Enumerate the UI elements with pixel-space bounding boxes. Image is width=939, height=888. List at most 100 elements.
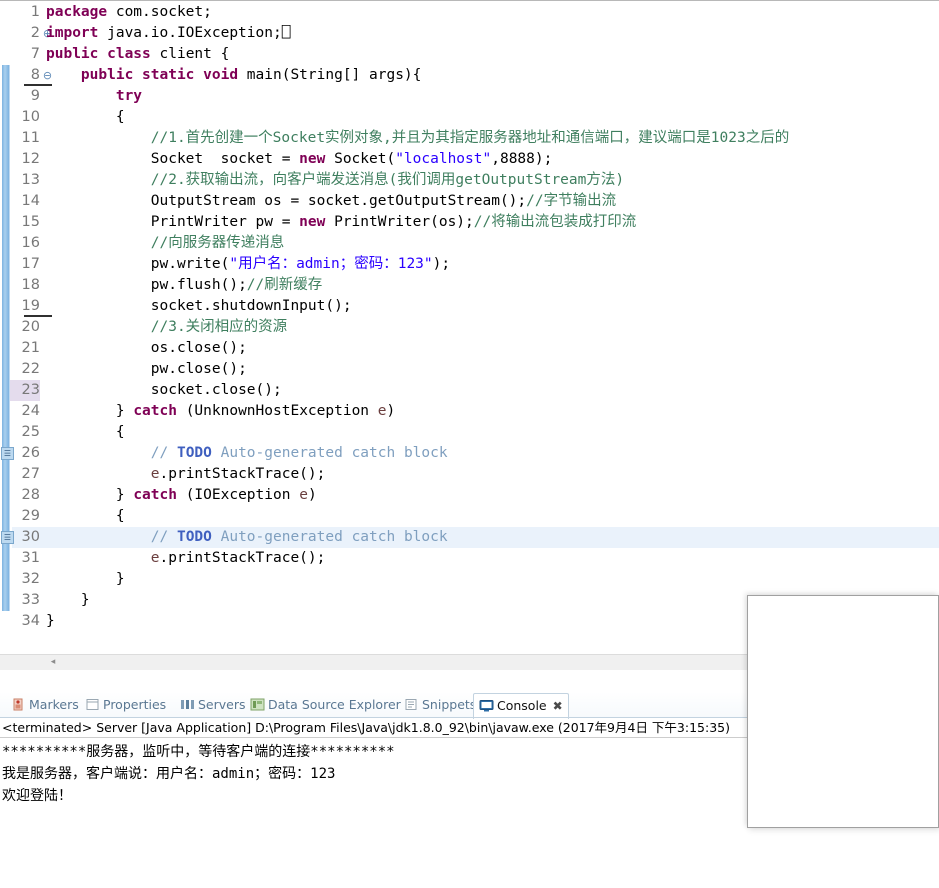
code-token: try (115, 88, 143, 104)
code-line[interactable]: ☰ 30 // TODO Auto-generated catch block (0, 527, 939, 548)
line-number: 13 (21, 172, 40, 188)
code-token: //字节输出流 (526, 193, 617, 209)
code-line-text: OutputStream os = socket.getOutputStream… (46, 191, 616, 212)
code-line[interactable]: 22 pw.close(); (0, 359, 939, 380)
scroll-left-arrow-icon[interactable]: ◂ (46, 656, 60, 669)
code-line-text: // TODO Auto-generated catch block (46, 443, 448, 464)
code-token: Auto-generated catch block (211, 445, 448, 461)
code-line[interactable]: 1 package com.socket; (0, 2, 939, 23)
code-token: os.close(); (150, 340, 247, 356)
code-line[interactable]: 7 public class client { (0, 44, 939, 65)
code-token: { (115, 508, 125, 524)
code-line-text: socket.close(); (46, 380, 282, 401)
code-line[interactable]: 11 //1.首先创建一个Socket实例对象,并且为其指定服务器地址和通信端口… (0, 128, 939, 149)
code-line-text: } catch (UnknownHostException e) (46, 401, 395, 422)
code-line-text: Socket socket = new Socket("localhost",8… (46, 149, 553, 170)
close-icon[interactable]: ✖ (553, 694, 563, 718)
code-token: TODO (176, 529, 212, 545)
tab-label: Properties (103, 697, 167, 712)
code-token: ) (307, 487, 317, 503)
code-token: e (150, 550, 160, 566)
code-token: (UnknownHostException (185, 403, 378, 419)
code-line[interactable]: 2 ⊕ import java.io.IOException;⎕ (0, 23, 939, 44)
code-line-text: { (46, 107, 125, 128)
code-token: { (115, 424, 125, 440)
code-token: public static void (80, 67, 247, 83)
line-number: 31 (21, 550, 40, 566)
code-token: e (150, 466, 160, 482)
tab-label: Markers (29, 697, 79, 712)
code-token: public class (46, 46, 160, 62)
code-token: //刷新缓存 (246, 277, 323, 293)
code-line[interactable]: 9 try (0, 86, 939, 107)
tab-snippets[interactable]: Snippets (399, 694, 481, 716)
tab-properties[interactable]: Properties (80, 694, 171, 716)
code-token: // (150, 445, 177, 461)
code-line[interactable]: 24 } catch (UnknownHostException e) (0, 401, 939, 422)
code-line[interactable]: 18 pw.flush();//刷新缓存 (0, 275, 939, 296)
code-line[interactable]: 15 PrintWriter pw = new PrintWriter(os);… (0, 212, 939, 233)
code-token: Auto-generated catch block (211, 529, 448, 545)
code-scroll-region[interactable]: 1 package com.socket; 2 ⊕ import java.io.IOE… (0, 2, 939, 664)
code-line[interactable]: 23 socket.close(); (0, 380, 939, 401)
tab-label: Console (497, 698, 547, 713)
code-line[interactable]: 21 os.close(); (0, 338, 939, 359)
line-number: 1 (30, 4, 40, 20)
code-token: java.io.IOException; (107, 25, 282, 41)
code-editor[interactable]: 1 package com.socket; 2 ⊕ import java.io.IOE… (0, 0, 939, 684)
code-token: new (299, 214, 335, 230)
code-line[interactable]: 8 ⊖ public static void main(String[] args… (0, 65, 939, 86)
code-line[interactable]: 16 //向服务器传递消息 (0, 233, 939, 254)
code-token: ⎕ (281, 25, 291, 41)
line-number: 30 (21, 529, 40, 545)
code-line[interactable]: 29 { (0, 506, 939, 527)
code-line[interactable]: 17 pw.write("用户名：admin；密码：123"); (0, 254, 939, 275)
code-line-text: { (46, 422, 125, 443)
code-line[interactable]: 19 socket.shutdownInput(); (0, 296, 939, 317)
code-line-text: e.printStackTrace(); (46, 548, 326, 569)
code-token: .printStackTrace(); (159, 466, 326, 482)
code-line[interactable]: 25 { (0, 422, 939, 443)
line-number: 26 (21, 445, 40, 461)
code-line[interactable]: 10 { (0, 107, 939, 128)
code-token: //1.首先创建一个Socket实例对象,并且为其指定服务器地址和通信端口，建议… (150, 130, 790, 146)
code-token: //向服务器传递消息 (150, 235, 285, 251)
code-line[interactable]: 14 OutputStream os = socket.getOutputStr… (0, 191, 939, 212)
line-number: 14 (21, 193, 40, 209)
code-line-text: pw.write("用户名：admin；密码：123"); (46, 254, 450, 275)
tab-label: Servers (198, 697, 246, 712)
line-number: 12 (21, 151, 40, 167)
code-line[interactable]: 27 e.printStackTrace(); (0, 464, 939, 485)
code-line[interactable]: 28 } catch (IOException e) (0, 485, 939, 506)
code-token: { (115, 109, 125, 125)
code-token: ) (386, 403, 396, 419)
tab-servers[interactable]: Servers (175, 694, 251, 716)
code-line-text: try (46, 86, 142, 107)
code-line[interactable]: 20 //3.关闭相应的资源 (0, 317, 939, 338)
tab-console[interactable]: Console ✖ (473, 693, 569, 719)
code-line[interactable]: 32 } (0, 569, 939, 590)
editor-hscroll-thumb[interactable] (44, 656, 834, 669)
code-line[interactable]: ☰ 26 // TODO Auto-generated catch block (0, 443, 939, 464)
tab-markers[interactable]: Markers (6, 694, 84, 716)
code-line[interactable]: 13 //2.获取输出流，向客户端发送消息(我们调用getOutputStrea… (0, 170, 939, 191)
line-number: 15 (21, 214, 40, 230)
tab-data-source-explorer[interactable]: Data Source Explorer (245, 694, 406, 716)
code-token: new (299, 151, 335, 167)
line-number: 17 (21, 256, 40, 272)
snippets-icon (404, 696, 419, 710)
code-line-text: e.printStackTrace(); (46, 464, 326, 485)
code-token: socket.close(); (150, 382, 282, 398)
code-line[interactable]: 31 e.printStackTrace(); (0, 548, 939, 569)
code-line-text: public static void main(String[] args){ (46, 65, 421, 86)
code-line[interactable]: 12 Socket socket = new Socket("localhost… (0, 149, 939, 170)
tab-label: Data Source Explorer (268, 697, 401, 712)
code-token: "localhost" (395, 151, 492, 167)
code-line-text: } (46, 590, 90, 611)
line-number: 24 (21, 403, 40, 419)
floating-blank-window[interactable] (747, 595, 939, 828)
line-number: 21 (21, 340, 40, 356)
code-token: package (46, 4, 116, 20)
servers-icon (180, 696, 195, 709)
code-token: pw.write( (150, 256, 230, 272)
